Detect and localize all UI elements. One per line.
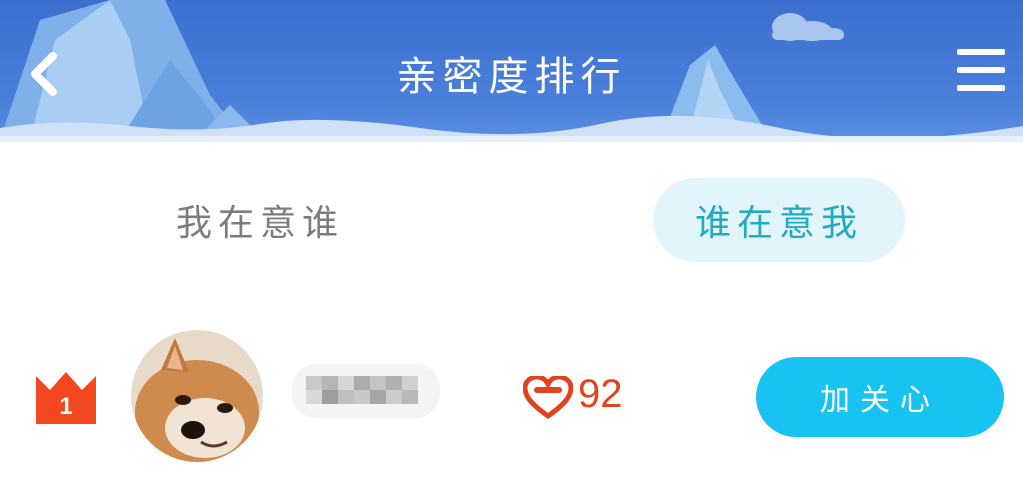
header-bar: 亲密度排行 bbox=[0, 0, 1023, 142]
intimacy-score: 92 bbox=[578, 372, 623, 416]
blurred-username bbox=[292, 364, 440, 418]
tab-who-cares-me[interactable]: 谁在意我 bbox=[653, 178, 905, 262]
menu-button[interactable] bbox=[948, 38, 1014, 104]
rank-number: 1 bbox=[59, 393, 72, 420]
tab-who-i-care[interactable]: 我在意谁 bbox=[134, 178, 386, 262]
shiba-dog-avatar bbox=[131, 330, 263, 462]
add-care-button[interactable]: 加关心 bbox=[756, 357, 1004, 437]
heart-icon bbox=[523, 376, 573, 420]
crown-icon: 1 bbox=[36, 372, 96, 424]
hamburger-menu-icon bbox=[957, 49, 1005, 91]
page-title: 亲密度排行 bbox=[396, 54, 627, 100]
avatar[interactable] bbox=[131, 330, 263, 462]
